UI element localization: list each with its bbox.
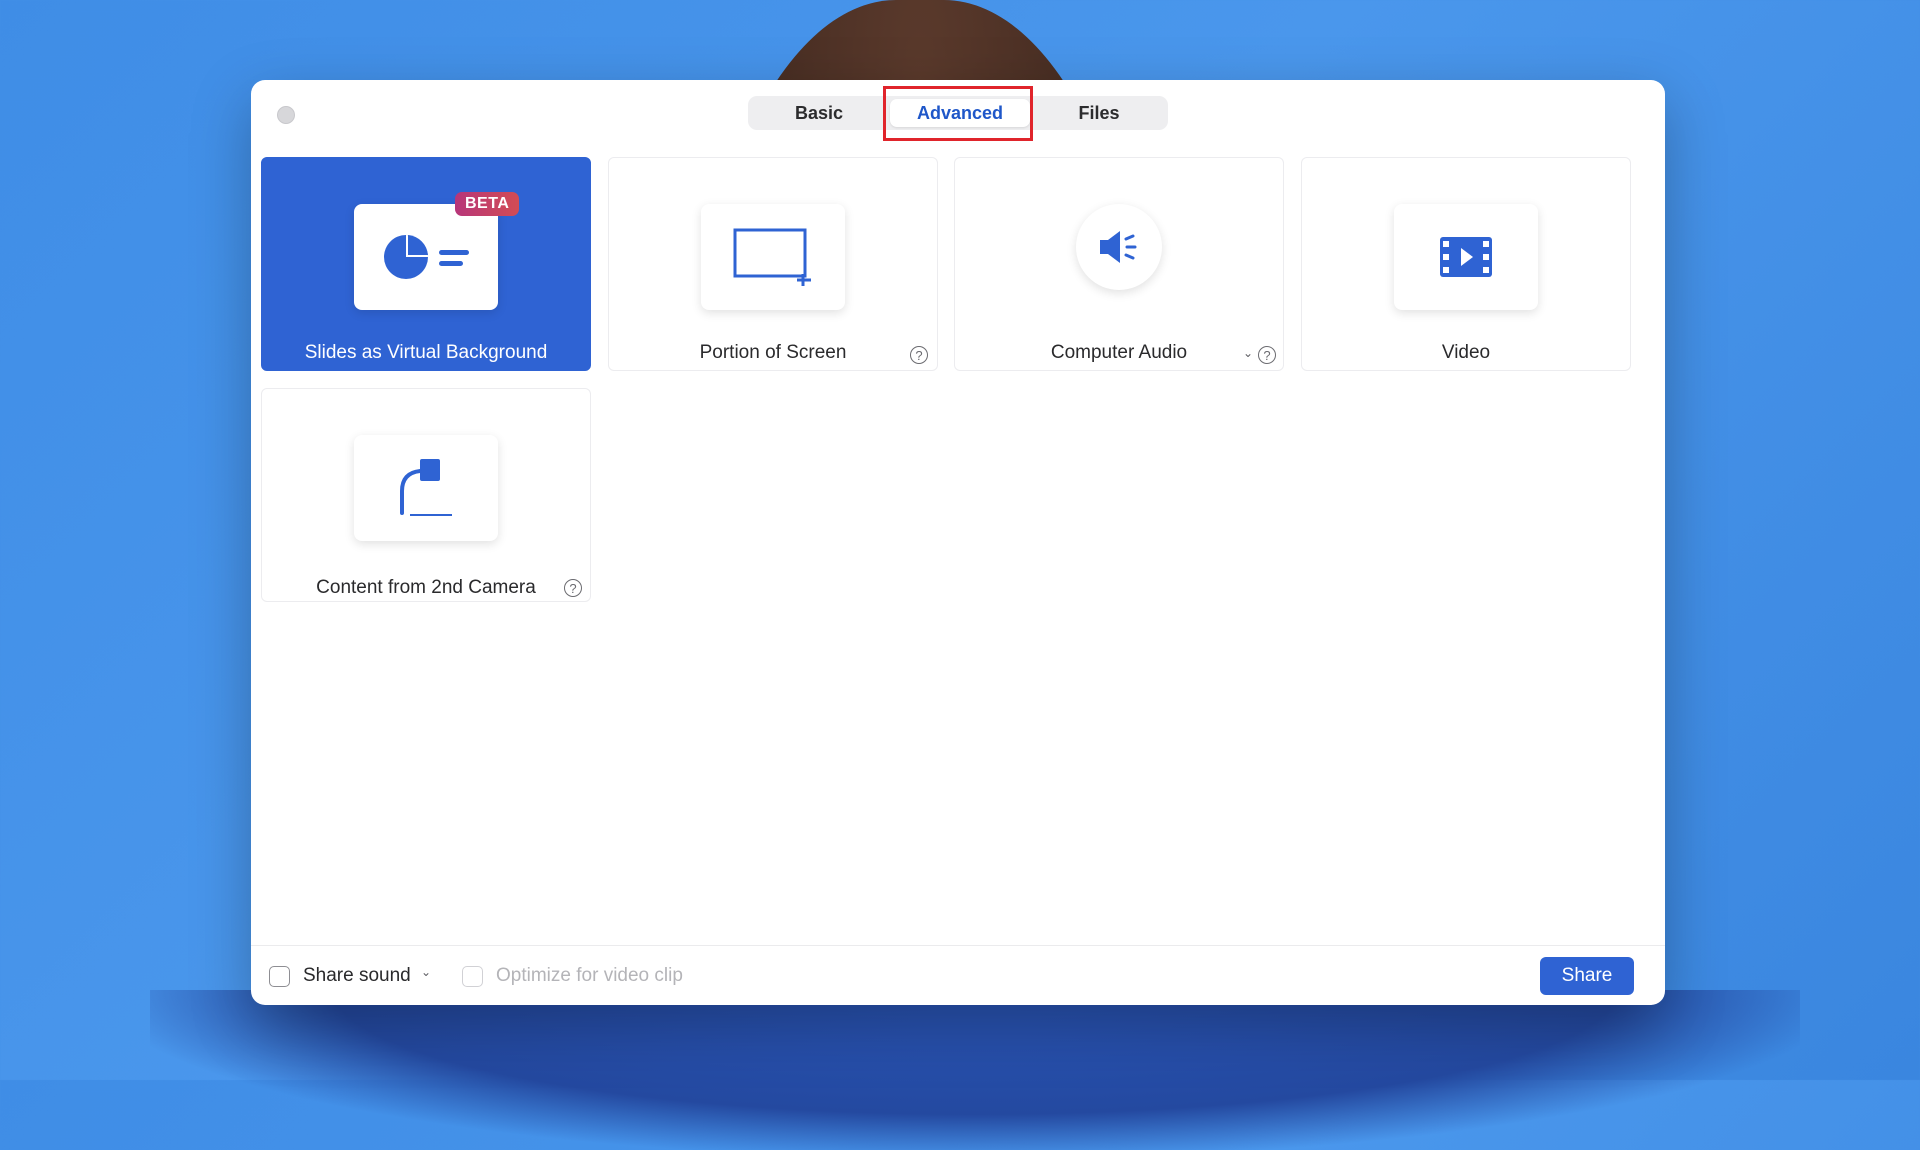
footer-divider <box>251 945 1665 946</box>
help-icon[interactable]: ? <box>910 346 928 364</box>
document-camera-icon <box>354 435 498 541</box>
slides-icon <box>354 204 498 310</box>
tab-basic[interactable]: Basic <box>754 99 884 127</box>
film-icon <box>1394 204 1538 310</box>
tab-files[interactable]: Files <box>1036 99 1162 127</box>
option-label: Slides as Virtual Background <box>304 342 548 363</box>
option-slides-virtual-background[interactable]: BETA Slides as Virtual Background <box>261 157 591 371</box>
optimize-video-checkbox[interactable] <box>462 966 483 987</box>
chevron-down-icon[interactable]: ⌄ <box>1243 346 1253 360</box>
option-label: Video <box>1441 342 1491 363</box>
option-content-from-2nd-camera[interactable]: Content from 2nd Camera ? <box>261 388 591 602</box>
option-portion-of-screen[interactable]: Portion of Screen ? <box>608 157 938 371</box>
optimize-video-label: Optimize for video clip <box>496 965 683 986</box>
help-icon[interactable]: ? <box>564 579 582 597</box>
option-label: Content from 2nd Camera <box>316 577 536 598</box>
option-label: Computer Audio <box>1050 342 1188 363</box>
share-sound-checkbox[interactable] <box>269 966 290 987</box>
screen-portion-icon <box>701 204 845 310</box>
help-icon[interactable]: ? <box>1258 346 1276 364</box>
background-person-shirt <box>150 990 1800 1150</box>
share-button[interactable]: Share <box>1540 957 1634 995</box>
window-close-button[interactable] <box>277 106 295 124</box>
option-video[interactable]: Video <box>1301 157 1631 371</box>
option-computer-audio[interactable]: Computer Audio ⌄ ? <box>954 157 1284 371</box>
share-sound-chevron-down-icon[interactable]: ⌄ <box>421 965 431 979</box>
option-label: Portion of Screen <box>699 342 847 363</box>
share-sound-label: Share sound <box>303 965 411 986</box>
speaker-icon <box>1076 204 1162 290</box>
advanced-tab-highlight-box <box>883 86 1033 141</box>
share-screen-window: Basic Advanced Files BETA Slides as Virt… <box>251 80 1665 1005</box>
beta-badge: BETA <box>455 192 520 216</box>
